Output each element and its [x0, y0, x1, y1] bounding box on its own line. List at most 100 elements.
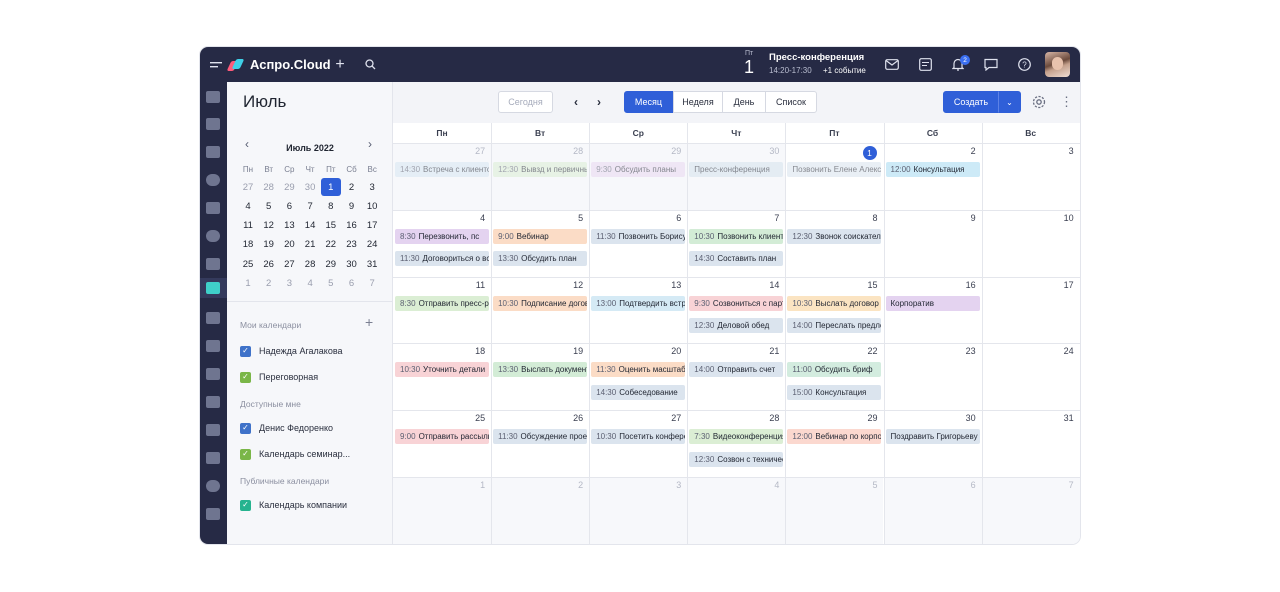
mini-cal-day[interactable]: 11: [238, 217, 258, 235]
day-number[interactable]: 3: [661, 480, 681, 494]
mini-cal-day[interactable]: 1: [238, 275, 258, 293]
calendar-event[interactable]: 10:30 Выслать договор: [787, 295, 882, 311]
mini-cal-day[interactable]: 1: [320, 178, 341, 196]
day-number[interactable]: 18: [465, 346, 485, 360]
calendar-event[interactable]: 14:30 Собеседование: [591, 384, 686, 400]
module-icon[interactable]: [206, 396, 220, 408]
event-more-link[interactable]: +1 событие: [823, 66, 866, 75]
app-logo[interactable]: Аспро.Cloud: [226, 47, 331, 82]
mini-cal-day[interactable]: 23: [342, 236, 362, 254]
day-number[interactable]: 6: [956, 480, 976, 494]
more-options-icon[interactable]: ⋮: [1060, 94, 1073, 110]
calendar-event[interactable]: 12:00 Консультация: [885, 162, 980, 177]
calendar-event[interactable]: 12:30 Деловой обед: [689, 318, 784, 334]
mini-cal-day[interactable]: 7: [300, 197, 320, 215]
calendar-event[interactable]: 15:00 Консультация: [787, 384, 882, 400]
day-number[interactable]: 17: [1054, 280, 1074, 294]
mini-cal-next-icon[interactable]: ›: [368, 137, 372, 151]
help-icon[interactable]: ?: [1016, 47, 1032, 82]
day-number[interactable]: 21: [759, 346, 779, 360]
calendar-event[interactable]: 13:30 Обсудить план: [493, 251, 588, 267]
day-number[interactable]: 30: [759, 146, 779, 160]
calendar-event[interactable]: 11:30Обсуждение проекта: [493, 429, 588, 445]
module-icon[interactable]: [206, 118, 220, 130]
menu-icon[interactable]: [208, 47, 224, 82]
calendar-event[interactable]: Корпоратив: [885, 295, 980, 311]
day-number[interactable]: 4: [465, 213, 485, 227]
day-number[interactable]: 28: [759, 413, 779, 427]
day-number[interactable]: 16: [956, 280, 976, 294]
calendar-item[interactable]: ✓ Календарь семинар...: [240, 447, 350, 461]
day-number[interactable]: 8: [858, 213, 877, 227]
mini-cal-day[interactable]: 14: [300, 217, 320, 235]
day-number[interactable]: 12: [563, 280, 583, 294]
today-button[interactable]: Сегодня: [498, 91, 553, 113]
day-number[interactable]: 30: [956, 413, 976, 427]
module-icon[interactable]: [206, 174, 220, 186]
calendar-event[interactable]: 9:30 Обсудить планы: [591, 162, 686, 177]
mini-cal-day[interactable]: 22: [321, 236, 341, 254]
calendar-event[interactable]: 14:00 Отправить счет: [689, 362, 784, 378]
module-icon[interactable]: [206, 258, 220, 270]
calendar-event[interactable]: 8:30Отправить пресс-релиз: [395, 295, 490, 311]
mini-cal-day[interactable]: 7: [362, 275, 382, 293]
user-avatar[interactable]: [1045, 52, 1070, 77]
mini-cal-day[interactable]: 10: [362, 197, 382, 215]
mini-cal-day[interactable]: 4: [238, 197, 258, 215]
module-icon[interactable]: [206, 368, 220, 380]
day-number[interactable]: 22: [858, 346, 877, 360]
calendar-event[interactable]: 12:30Созвон с техническим: [689, 451, 784, 467]
mini-cal-day[interactable]: 16: [342, 217, 362, 235]
mini-cal-day[interactable]: 20: [279, 236, 299, 254]
calendar-event[interactable]: 9:00 Вебинар: [493, 228, 588, 244]
calendar-event[interactable]: 10:30 Позвонить клиенту: [689, 228, 784, 244]
mini-cal-day[interactable]: 4: [300, 275, 320, 293]
mini-cal-day[interactable]: 8: [321, 197, 341, 215]
day-number[interactable]: 7: [759, 213, 779, 227]
day-number[interactable]: 4: [759, 480, 779, 494]
mini-cal-day[interactable]: 29: [321, 255, 341, 273]
view-list-tab[interactable]: Список: [765, 91, 817, 113]
calendar-event[interactable]: Позвонить Елене Алексеевой: [787, 162, 882, 177]
calendar-event[interactable]: 9:00 Отправить рассылку: [395, 429, 490, 445]
day-number[interactable]: 5: [563, 213, 583, 227]
checkbox-checked-icon[interactable]: ✓: [240, 371, 251, 383]
mini-cal-day[interactable]: 17: [362, 217, 382, 235]
module-icon[interactable]: [206, 480, 220, 492]
calendar-item[interactable]: ✓ Календарь компании: [240, 498, 347, 512]
module-icon[interactable]: [206, 508, 220, 520]
calendar-event[interactable]: 12:30 Вывзд и первичный: [493, 162, 588, 177]
day-number[interactable]: 25: [465, 413, 485, 427]
mini-cal-day[interactable]: 3: [362, 178, 382, 196]
mini-cal-day[interactable]: 6: [279, 197, 299, 215]
calendar-event[interactable]: 11:30Договориться о встрече: [395, 251, 490, 267]
day-number[interactable]: 11: [465, 280, 485, 294]
calendar-event[interactable]: 14:00Переслать предложение: [787, 318, 882, 334]
calendar-event[interactable]: 8:30 Перезвонить, пс: [395, 228, 490, 244]
calendar-event[interactable]: 14:30 Составить план: [689, 251, 784, 267]
prev-month-icon[interactable]: ‹: [574, 95, 578, 109]
module-icon[interactable]: [206, 91, 220, 103]
mini-cal-day[interactable]: 18: [238, 236, 258, 254]
day-number[interactable]: 13: [661, 280, 681, 294]
day-number[interactable]: 31: [1054, 413, 1074, 427]
mini-cal-day[interactable]: 28: [259, 178, 279, 196]
day-number[interactable]: 28: [563, 146, 583, 160]
day-number[interactable]: 3: [1054, 146, 1074, 160]
day-number[interactable]: 27: [661, 413, 681, 427]
mini-cal-day[interactable]: 15: [321, 217, 341, 235]
module-icon[interactable]: [206, 202, 220, 214]
checkbox-checked-icon[interactable]: ✓: [240, 448, 251, 460]
day-number[interactable]: 7: [1054, 480, 1074, 494]
create-button[interactable]: Создать: [943, 91, 999, 113]
calendar-event[interactable]: 9:30Созвониться с партнером: [689, 295, 784, 311]
mini-cal-day[interactable]: 25: [238, 255, 258, 273]
calendar-event[interactable]: 13:00Подтвердить встречу: [591, 295, 686, 311]
day-number[interactable]: 15: [858, 280, 877, 294]
calendar-event[interactable]: 12:30 Звонок соискателю: [787, 228, 882, 244]
day-number[interactable]: 24: [1054, 346, 1074, 360]
settings-gear-icon[interactable]: [1031, 94, 1047, 115]
view-month-tab[interactable]: Месяц: [624, 91, 673, 113]
day-number[interactable]: 19: [563, 346, 583, 360]
day-number[interactable]: 1: [465, 480, 485, 494]
